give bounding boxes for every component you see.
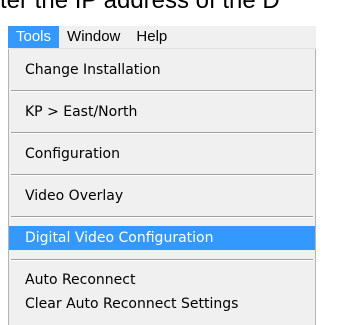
menu-window[interactable]: Window <box>59 26 128 48</box>
menu-item-clear-auto-reconnect-settings[interactable]: Clear Auto Reconnect Settings <box>9 292 315 316</box>
menu-bar: Tools Window Help <box>8 26 316 49</box>
menu-item-kp-east-north[interactable]: KP > East/North <box>9 100 315 124</box>
menu-item-video-overlay[interactable]: Video Overlay <box>9 184 315 208</box>
menu-separator <box>11 132 313 134</box>
menu-separator <box>11 259 313 261</box>
menu-separator <box>11 90 313 92</box>
menu-item-digital-video-configuration[interactable]: Digital Video Configuration <box>9 226 315 250</box>
menu-separator <box>11 216 313 218</box>
menu-help[interactable]: Help <box>128 26 175 48</box>
menu-separator <box>11 174 313 176</box>
tools-dropdown-menu: Change Installation KP > East/North Conf… <box>8 49 316 325</box>
menu-item-change-installation[interactable]: Change Installation <box>9 58 315 82</box>
menu-item-configuration[interactable]: Configuration <box>9 142 315 166</box>
menu-item-auto-reconnect[interactable]: Auto Reconnect <box>9 268 315 292</box>
background-document-text: ter the IP address of the D <box>0 0 280 14</box>
menu-tools[interactable]: Tools <box>8 26 60 48</box>
